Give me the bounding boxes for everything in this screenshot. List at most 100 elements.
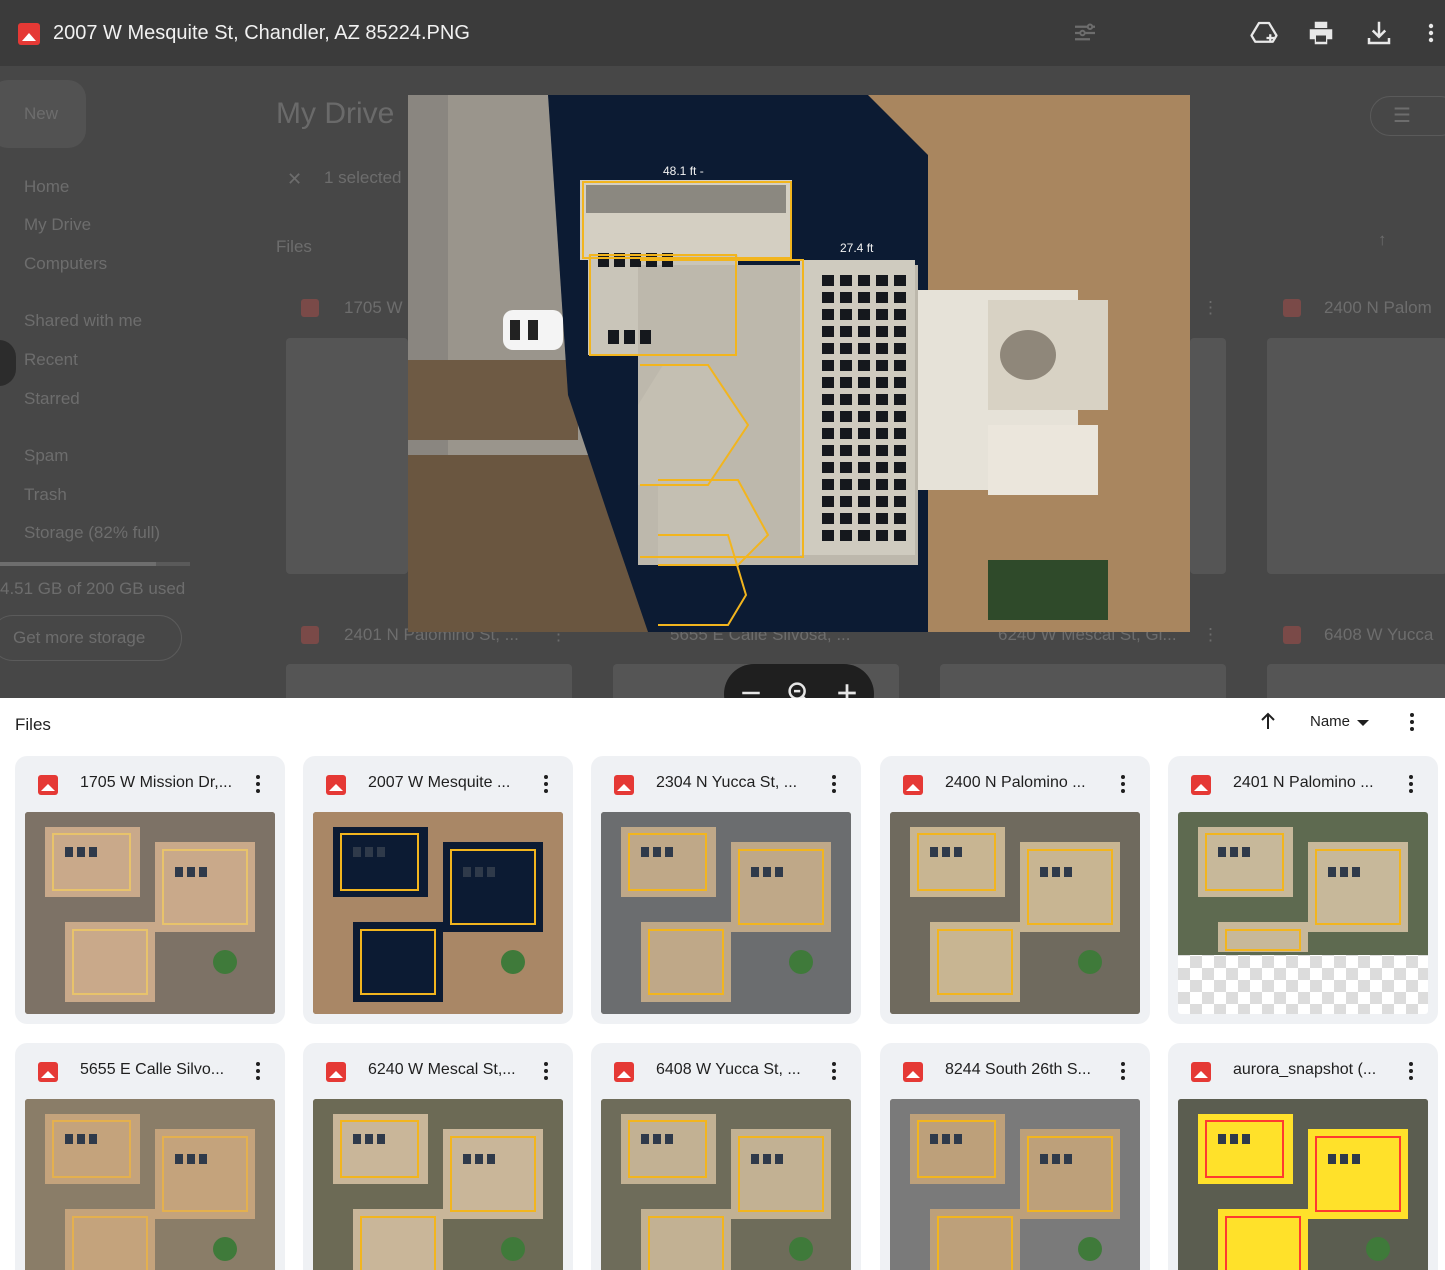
zoom-out-icon[interactable] xyxy=(736,678,766,698)
solar-panel xyxy=(876,462,888,473)
file-thumbnail[interactable] xyxy=(313,1099,563,1270)
file-thumbnail[interactable] xyxy=(890,812,1140,1014)
solar-panel xyxy=(822,394,834,405)
file-card-header[interactable]: 2007 W Mesquite ... xyxy=(303,756,573,812)
bg-list-icon: ☰ xyxy=(1393,105,1411,127)
file-card-header[interactable]: 6240 W Mescal St,... xyxy=(303,1043,573,1099)
image-file-icon xyxy=(614,1062,634,1082)
sort-dropdown-icon[interactable] xyxy=(1357,720,1369,726)
file-card-title: 2007 W Mesquite ... xyxy=(368,774,511,791)
more-vert-icon[interactable] xyxy=(823,772,845,796)
image-file-icon xyxy=(903,775,923,795)
file-thumbnail[interactable] xyxy=(25,812,275,1014)
solar-panel xyxy=(858,275,870,286)
solar-panel xyxy=(822,360,834,371)
file-card[interactable]: 2007 W Mesquite ... xyxy=(303,756,573,1024)
solar-panel xyxy=(858,462,870,473)
solar-panel xyxy=(894,513,906,524)
bg-nav-starred: Starred xyxy=(24,389,80,408)
more-vert-icon[interactable] xyxy=(535,1059,557,1083)
file-card-header[interactable]: 2401 N Palomino ... xyxy=(1168,756,1438,812)
solar-panel xyxy=(858,377,870,388)
file-thumbnail[interactable] xyxy=(1178,812,1428,1014)
sort-direction-icon[interactable] xyxy=(1256,709,1280,733)
solar-panel xyxy=(876,513,888,524)
file-thumbnail[interactable] xyxy=(601,1099,851,1270)
solar-panel xyxy=(876,326,888,337)
zoom-reset-icon[interactable] xyxy=(784,678,814,698)
file-card[interactable]: 2400 N Palomino ... xyxy=(880,756,1150,1024)
more-vert-icon[interactable] xyxy=(247,772,269,796)
solar-panel xyxy=(822,292,834,303)
file-card-header[interactable]: aurora_snapshot (... xyxy=(1168,1043,1438,1099)
solar-panel xyxy=(858,309,870,320)
file-card-title: 2400 N Palomino ... xyxy=(945,774,1086,791)
file-card-title: 5655 E Calle Silvo... xyxy=(80,1061,225,1078)
solar-panel xyxy=(840,496,852,507)
files-more-options-icon[interactable] xyxy=(1400,710,1424,734)
more-vert-icon[interactable] xyxy=(1112,772,1134,796)
download-icon[interactable] xyxy=(1364,18,1394,48)
more-vert-icon[interactable] xyxy=(1400,1059,1422,1083)
file-card-title: 2304 N Yucca St, ... xyxy=(656,774,798,791)
zoom-in-icon[interactable] xyxy=(832,678,862,698)
file-card-header[interactable]: 2304 N Yucca St, ... xyxy=(591,756,861,812)
screen: New My Drive ✕ 1 selected Files ☰ ↑ Home… xyxy=(0,0,1445,1270)
roof-dimension-right: 27.4 ft xyxy=(840,241,874,255)
file-card[interactable]: 5655 E Calle Silvo... xyxy=(15,1043,285,1270)
solar-panel xyxy=(894,343,906,354)
file-card[interactable]: 6240 W Mescal St,... xyxy=(303,1043,573,1270)
solar-panel xyxy=(840,411,852,422)
file-card[interactable]: 1705 W Mission Dr,... xyxy=(15,756,285,1024)
bg-nav-trash: Trash xyxy=(24,485,67,504)
solar-panel xyxy=(840,479,852,490)
solar-panel xyxy=(822,275,834,286)
file-thumbnail[interactable] xyxy=(1178,1099,1428,1270)
file-card[interactable]: 2304 N Yucca St, ... xyxy=(591,756,861,1024)
solar-panel xyxy=(840,292,852,303)
solar-panel xyxy=(840,445,852,456)
roof-dimension-top: 48.1 ft - xyxy=(663,164,704,178)
sort-by-name-button[interactable]: Name xyxy=(1310,713,1350,730)
file-card[interactable]: 6408 W Yucca St, ... xyxy=(591,1043,861,1270)
solar-panel xyxy=(894,309,906,320)
bg-card-image-icon xyxy=(301,299,319,317)
solar-panel xyxy=(840,360,852,371)
zoom-controls xyxy=(724,664,874,698)
bg-sort-arrow-icon: ↑ xyxy=(1378,230,1387,249)
file-card-header[interactable]: 5655 E Calle Silvo... xyxy=(15,1043,285,1099)
file-card[interactable]: 8244 South 26th S... xyxy=(880,1043,1150,1270)
bg-card-thumbnail xyxy=(286,338,408,574)
file-card-title: 8244 South 26th S... xyxy=(945,1061,1091,1078)
more-vert-icon[interactable] xyxy=(823,1059,845,1083)
file-thumbnail[interactable] xyxy=(25,1099,275,1270)
add-to-drive-icon[interactable] xyxy=(1249,18,1279,48)
bg-nav-my-drive: My Drive xyxy=(24,215,92,234)
file-thumbnail[interactable] xyxy=(601,812,851,1014)
file-thumbnail[interactable] xyxy=(890,1099,1140,1270)
more-vert-icon[interactable] xyxy=(247,1059,269,1083)
file-card-header[interactable]: 6408 W Yucca St, ... xyxy=(591,1043,861,1099)
bg-nav-recent: Recent xyxy=(24,350,78,369)
solar-panel xyxy=(894,428,906,439)
file-card[interactable]: 2401 N Palomino ... xyxy=(1168,756,1438,1024)
file-thumbnail[interactable] xyxy=(313,812,563,1014)
file-card-header[interactable]: 1705 W Mission Dr,... xyxy=(15,756,285,812)
solar-panel xyxy=(876,394,888,405)
more-vert-icon[interactable] xyxy=(1400,772,1422,796)
more-vert-icon[interactable] xyxy=(1112,1059,1134,1083)
solar-panel xyxy=(876,428,888,439)
file-card[interactable]: aurora_snapshot (... xyxy=(1168,1043,1438,1270)
file-card-header[interactable]: 8244 South 26th S... xyxy=(880,1043,1150,1099)
file-card-header[interactable]: 2400 N Palomino ... xyxy=(880,756,1150,812)
solar-panel xyxy=(876,292,888,303)
solar-panel xyxy=(840,428,852,439)
solar-panel xyxy=(876,530,888,541)
bg-close-selection-icon: ✕ xyxy=(287,169,303,189)
more-vert-icon[interactable] xyxy=(1426,18,1445,48)
solar-panel xyxy=(876,411,888,422)
solar-panel xyxy=(894,496,906,507)
more-vert-icon[interactable] xyxy=(535,772,557,796)
solar-panel xyxy=(858,394,870,405)
print-icon[interactable] xyxy=(1306,18,1336,48)
